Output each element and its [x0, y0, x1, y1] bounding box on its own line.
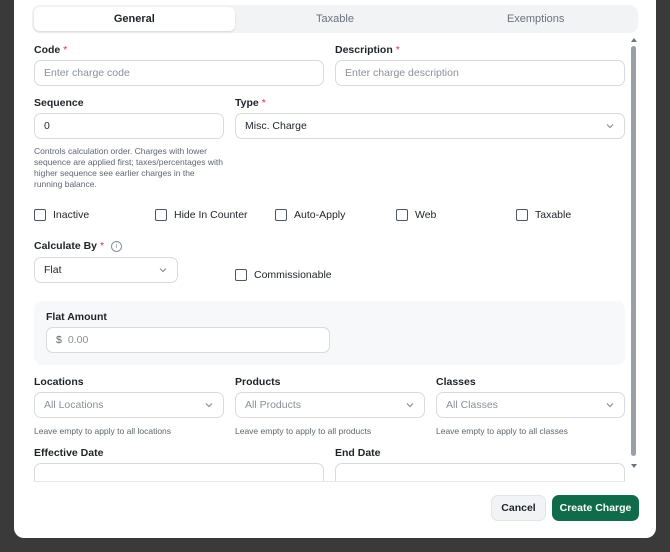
cancel-button[interactable]: Cancel [491, 495, 546, 521]
sequence-input[interactable]: 0 [34, 113, 224, 139]
code-input[interactable]: Enter charge code [34, 60, 324, 86]
description-input[interactable]: Enter charge description [335, 60, 625, 86]
calculate-by-select[interactable]: Flat [34, 257, 178, 283]
hide-in-counter-checkbox[interactable]: Hide In Counter [155, 209, 248, 221]
locations-label: Locations [34, 376, 84, 388]
classes-help-text: Leave empty to apply to all classes [436, 426, 568, 436]
inactive-checkbox-label: Inactive [53, 209, 90, 221]
checkbox-box[interactable] [275, 209, 287, 221]
scrollbar-thumb[interactable] [631, 46, 636, 456]
chevron-down-icon [606, 403, 614, 408]
flat-amount-input[interactable]: $ 0.00 [46, 327, 330, 353]
calculate-by-label: Calculate By * i [34, 240, 123, 252]
end-date-input[interactable] [335, 463, 625, 481]
description-label: Description * [335, 44, 400, 56]
classes-placeholder: All Classes [446, 399, 498, 411]
taxable-checkbox-label: Taxable [535, 209, 572, 221]
products-placeholder: All Products [245, 399, 302, 411]
type-select[interactable]: Misc. Charge [235, 113, 625, 139]
locations-help-text: Leave empty to apply to all locations [34, 426, 172, 436]
sequence-label: Sequence [34, 97, 84, 109]
flat-amount-label: Flat Amount [46, 311, 107, 323]
info-icon[interactable]: i [111, 240, 123, 252]
products-label: Products [235, 376, 281, 388]
chevron-down-icon [205, 403, 213, 408]
required-marker: * [63, 44, 68, 56]
products-select[interactable]: All Products [235, 392, 425, 418]
type-select-value: Misc. Charge [245, 120, 307, 132]
footer-divider [34, 481, 625, 482]
flat-amount-placeholder: 0.00 [67, 334, 89, 346]
auto-apply-checkbox[interactable]: Auto-Apply [275, 209, 345, 221]
tab-general[interactable]: General [34, 7, 235, 31]
sequence-help-text: Controls calculation order. Charges with… [34, 146, 224, 189]
commissionable-checkbox[interactable]: Commissionable [235, 269, 332, 281]
tab-taxable[interactable]: Taxable [235, 7, 436, 31]
classes-label: Classes [436, 376, 476, 388]
end-date-label: End Date [335, 447, 381, 459]
hide-in-counter-checkbox-label: Hide In Counter [174, 209, 248, 221]
classes-select[interactable]: All Classes [436, 392, 625, 418]
checkbox-box[interactable] [516, 209, 528, 221]
commissionable-checkbox-label: Commissionable [254, 269, 332, 281]
inactive-checkbox[interactable]: Inactive [34, 209, 89, 221]
products-help-text: Leave empty to apply to all products [235, 426, 372, 436]
chevron-down-icon [606, 124, 614, 129]
checkbox-box[interactable] [235, 269, 247, 281]
chevron-down-icon [159, 268, 167, 273]
calculate-by-value: Flat [44, 264, 62, 276]
web-checkbox-label: Web [415, 209, 437, 221]
required-marker: * [100, 240, 105, 252]
currency-prefix: $ [56, 334, 62, 346]
tab-bar: General Taxable Exemptions [32, 5, 638, 33]
locations-placeholder: All Locations [44, 399, 104, 411]
scroll-down-arrow-icon[interactable] [630, 462, 638, 470]
checkbox-box[interactable] [396, 209, 408, 221]
chevron-down-icon [406, 403, 414, 408]
checkbox-box[interactable] [155, 209, 167, 221]
web-checkbox[interactable]: Web [396, 209, 436, 221]
tab-exemptions[interactable]: Exemptions [435, 7, 636, 31]
required-marker: * [261, 97, 266, 109]
checkbox-box[interactable] [34, 209, 46, 221]
create-charge-button[interactable]: Create Charge [552, 495, 639, 521]
effective-date-input[interactable] [34, 463, 324, 481]
effective-date-label: Effective Date [34, 447, 104, 459]
locations-select[interactable]: All Locations [34, 392, 224, 418]
taxable-checkbox[interactable]: Taxable [516, 209, 571, 221]
scrollbar[interactable] [630, 36, 638, 470]
code-label: Code * [34, 44, 68, 56]
auto-apply-checkbox-label: Auto-Apply [294, 209, 346, 221]
scroll-up-arrow-icon[interactable] [630, 36, 638, 44]
type-label: Type * [235, 97, 266, 109]
create-charge-modal: General Taxable Exemptions Code * Enter c… [14, 0, 656, 538]
required-marker: * [395, 44, 400, 56]
